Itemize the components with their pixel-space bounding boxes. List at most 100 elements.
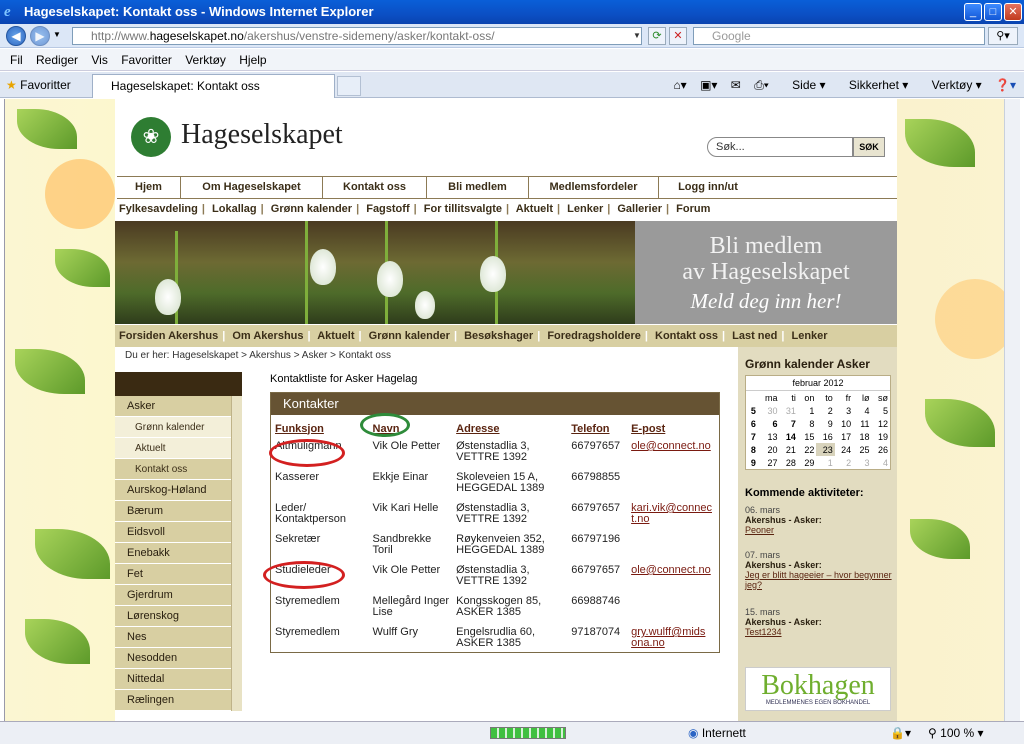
protected-mode-icon[interactable]: 🔒▾ (890, 722, 911, 744)
leftmenu-gronn-kalender[interactable]: Grønn kalender (115, 417, 242, 438)
regnav-forsiden[interactable]: Forsiden Akershus (119, 330, 218, 342)
leftmenu-gjerdrum[interactable]: Gjerdrum (115, 585, 242, 606)
col-adresse[interactable]: Adresse (454, 418, 569, 439)
calendar-day[interactable]: 20 (758, 443, 780, 456)
subnav-lenker[interactable]: Lenker (567, 203, 603, 215)
nav-hjem[interactable]: Hjem (117, 177, 181, 198)
regnav-foredragsholdere[interactable]: Foredragsholdere (547, 330, 641, 342)
leftmenu-raelingen[interactable]: Rælingen (115, 690, 242, 711)
regnav-aktuelt[interactable]: Aktuelt (317, 330, 354, 342)
nav-kontakt-oss[interactable]: Kontakt oss (323, 177, 427, 198)
menu-hjelp[interactable]: Hjelp (239, 49, 266, 71)
site-logo[interactable]: Hageselskapet (181, 119, 343, 151)
menu-rediger[interactable]: Rediger (36, 49, 78, 71)
calendar-day[interactable]: 2 (816, 404, 834, 417)
membership-banner[interactable]: Bli medlem av Hageselskapet Meld deg inn… (635, 221, 897, 324)
close-button[interactable]: ✕ (1004, 3, 1022, 21)
calendar-day[interactable]: 17 (835, 430, 853, 443)
mail-icon[interactable]: ✉ (731, 78, 741, 92)
nav-om-hageselskapet[interactable]: Om Hageselskapet (181, 177, 323, 198)
tab-active[interactable]: Hageselskapet: Kontakt oss (92, 74, 335, 98)
nav-medlemsfordeler[interactable]: Medlemsfordeler (529, 177, 659, 198)
subnav-tillitsvalgte[interactable]: For tillitsvalgte (424, 203, 502, 215)
site-search-button[interactable]: SØK (853, 137, 885, 157)
subnav-aktuelt[interactable]: Aktuelt (516, 203, 553, 215)
calendar-day[interactable]: 28 (780, 456, 798, 469)
leftmenu-asker[interactable]: Asker (115, 396, 242, 417)
cmd-side[interactable]: Side ▾ (782, 78, 825, 92)
regnav-om-akershus[interactable]: Om Akershus (232, 330, 303, 342)
feeds-icon[interactable]: ▣▾ (700, 78, 717, 92)
col-funksjon[interactable]: Funksjon (273, 418, 371, 439)
leftmenu-fet[interactable]: Fet (115, 564, 242, 585)
menu-fil[interactable]: Fil (10, 49, 23, 71)
calendar-day[interactable]: 31 (780, 404, 798, 417)
calendar-day[interactable]: 25 (853, 443, 871, 456)
leftmenu-enebakk[interactable]: Enebakk (115, 543, 242, 564)
calendar-day[interactable]: 5 (872, 404, 890, 417)
calendar-day[interactable]: 9 (816, 417, 834, 430)
vertical-scrollbar[interactable] (1004, 99, 1020, 721)
calendar-day[interactable]: 27 (758, 456, 780, 469)
forward-button[interactable]: ▶ (30, 26, 50, 46)
nav-logg-inn[interactable]: Logg inn/ut (659, 177, 757, 198)
calendar-day[interactable]: 3 (853, 456, 871, 469)
cell-epost[interactable] (629, 470, 719, 501)
activity-link[interactable]: Peoner (745, 525, 895, 535)
regnav-last-ned[interactable]: Last ned (732, 330, 777, 342)
zoom-level[interactable]: ⚲ 100 % ▾ (928, 722, 984, 744)
calendar-day[interactable]: 4 (853, 404, 871, 417)
subnav-gallerier[interactable]: Gallerier (617, 203, 662, 215)
menu-favoritter[interactable]: Favoritter (121, 49, 172, 71)
leftmenu-aktuelt[interactable]: Aktuelt (115, 438, 242, 459)
regnav-besokshager[interactable]: Besøkshager (464, 330, 533, 342)
calendar-day[interactable]: 7 (780, 417, 798, 430)
calendar-day[interactable]: 16 (816, 430, 834, 443)
leftmenu-baerum[interactable]: Bærum (115, 501, 242, 522)
regnav-kontakt-oss[interactable]: Kontakt oss (655, 330, 718, 342)
col-telefon[interactable]: Telefon (569, 418, 629, 439)
calendar-day[interactable]: 1 (816, 456, 834, 469)
calendar-day[interactable]: 14 (780, 430, 798, 443)
calendar-day[interactable]: 24 (835, 443, 853, 456)
banner-photo[interactable] (115, 221, 635, 324)
cell-epost[interactable]: gry.wulff@mids ona.no (629, 625, 719, 656)
home-icon[interactable]: ⌂▾ (673, 78, 686, 92)
cmd-sikkerhet[interactable]: Sikkerhet ▾ (839, 78, 908, 92)
calendar-day[interactable]: 30 (758, 404, 780, 417)
activity-link[interactable]: Test1234 (745, 627, 895, 637)
calendar-day[interactable]: 22 (798, 443, 816, 456)
regnav-lenker[interactable]: Lenker (791, 330, 827, 342)
leftmenu-aurskog-holand[interactable]: Aurskog-Høland (115, 480, 242, 501)
web-search-input[interactable]: Google (693, 27, 985, 45)
col-epost[interactable]: E-post (629, 418, 719, 439)
cell-epost[interactable] (629, 594, 719, 625)
calendar-day[interactable]: 4 (872, 456, 890, 469)
leftmenu-nes[interactable]: Nes (115, 627, 242, 648)
calendar-day[interactable]: 6 (758, 417, 780, 430)
leftmenu-nesodden[interactable]: Nesodden (115, 648, 242, 669)
calendar-day[interactable]: 2 (835, 456, 853, 469)
back-button[interactable]: ◀ (6, 26, 26, 46)
calendar-day[interactable]: 15 (798, 430, 816, 443)
refresh-button[interactable]: ⟳ (648, 27, 666, 45)
leftmenu-eidsvoll[interactable]: Eidsvoll (115, 522, 242, 543)
leftmenu-kontakt-oss[interactable]: Kontakt oss (115, 459, 242, 480)
regnav-gronn-kalender[interactable]: Grønn kalender (369, 330, 450, 342)
site-search-input[interactable]: Søk... (707, 137, 853, 157)
subnav-fagstoff[interactable]: Fagstoff (366, 203, 409, 215)
search-button[interactable]: ⚲▾ (988, 27, 1018, 45)
print-icon[interactable]: ⎙▾ (754, 78, 769, 92)
calendar-day[interactable]: 18 (853, 430, 871, 443)
banner-cta[interactable]: Meld deg inn her! (635, 289, 897, 314)
cell-epost[interactable] (629, 532, 719, 563)
history-dropdown-icon[interactable]: ▼ (53, 30, 61, 39)
cmd-verktoy[interactable]: Verktøy ▾ (922, 78, 982, 92)
menu-verktoy[interactable]: Verktøy (185, 49, 226, 71)
calendar-day[interactable]: 12 (872, 417, 890, 430)
calendar-title[interactable]: Grønn kalender Asker (745, 357, 870, 371)
subnav-forum[interactable]: Forum (676, 203, 710, 215)
subnav-lokallag[interactable]: Lokallag (212, 203, 257, 215)
activity-link[interactable]: Jeg er blitt hageeier – hvor begynner je… (745, 570, 895, 590)
calendar-day[interactable]: 13 (758, 430, 780, 443)
